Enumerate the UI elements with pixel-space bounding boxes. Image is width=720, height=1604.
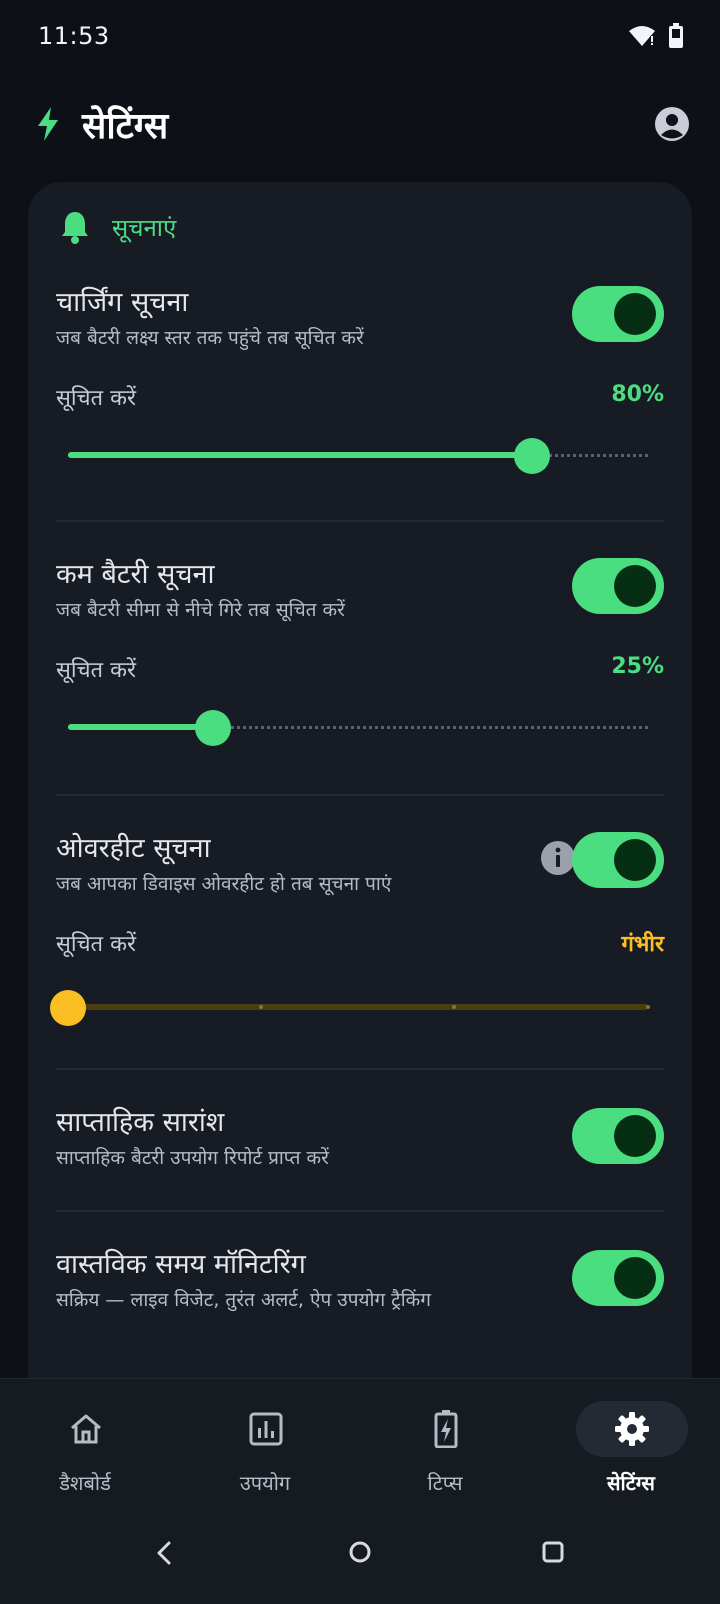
- setting-title: चार्जिंग सूचना: [56, 287, 189, 318]
- divider: [56, 1068, 664, 1070]
- low-battery-slider[interactable]: [68, 708, 648, 748]
- account-icon[interactable]: [654, 106, 690, 142]
- toggle-knob: [614, 839, 656, 881]
- nav-item-settings[interactable]: सेटिंग्स: [546, 1379, 720, 1505]
- toggle-knob: [614, 293, 656, 335]
- setting-overheat: ओवरहीट सूचना जब आपका डिवाइस ओवरहीट हो तब…: [50, 828, 664, 1058]
- slider-tick: [646, 1005, 650, 1009]
- setting-subtitle: सक्रिय — लाइव विजेट, तुरंत अलर्ट, ऐप उपय…: [56, 1289, 431, 1311]
- weekly-summary-toggle[interactable]: [572, 1108, 664, 1164]
- nav-label: उपयोग: [239, 1471, 291, 1495]
- setting-weekly-summary: साप्ताहिक सारांश साप्ताहिक बैटरी उपयोग र…: [56, 1102, 664, 1192]
- notify-value: 25%: [611, 654, 664, 679]
- battery-bolt-icon: [428, 1409, 464, 1449]
- nav-label: डैशबोर्ड: [59, 1471, 111, 1495]
- system-navigation-bar: [0, 1504, 720, 1604]
- status-icons: [628, 23, 684, 49]
- charging-toggle[interactable]: [572, 286, 664, 342]
- notify-value: 80%: [611, 382, 664, 407]
- slider-track: [68, 1004, 648, 1010]
- wifi-icon: [629, 26, 655, 46]
- recents-icon[interactable]: [542, 1541, 564, 1563]
- gear-icon: [614, 1409, 650, 1449]
- nav-item-tips[interactable]: टिप्स: [360, 1379, 540, 1505]
- slider-thumb[interactable]: [514, 438, 550, 474]
- status-bar: 11:53: [0, 0, 720, 72]
- chart-icon: [248, 1409, 284, 1449]
- toggle-knob: [614, 1257, 656, 1299]
- slider-fill: [68, 724, 213, 730]
- setting-low-battery: कम बैटरी सूचना जब बैटरी सीमा से नीचे गिर…: [56, 554, 664, 784]
- bottom-navigation: डैशबोर्ड उपयोग टिप्स सेटिंग्स: [0, 1378, 720, 1504]
- notify-label: सूचित करें: [56, 658, 136, 683]
- setting-subtitle: जब आपका डिवाइस ओवरहीट हो तब सूचना पाएं: [56, 873, 392, 895]
- setting-title: ओवरहीट सूचना: [56, 833, 211, 864]
- setting-subtitle: साप्ताहिक बैटरी उपयोग रिपोर्ट प्राप्त कर…: [56, 1147, 329, 1169]
- app-bar: सेटिंग्स: [0, 82, 720, 166]
- page-title: सेटिंग्स: [82, 105, 169, 147]
- nav-label: सेटिंग्स: [607, 1471, 655, 1495]
- notify-label: सूचित करें: [56, 386, 136, 411]
- setting-title: वास्तविक समय मॉनिटरिंग: [56, 1249, 306, 1280]
- info-icon[interactable]: [540, 840, 576, 876]
- notifications-card: सूचनाएं चार्जिंग सूचना जब बैटरी लक्ष्य स…: [28, 182, 692, 1422]
- low-battery-toggle[interactable]: [572, 558, 664, 614]
- back-icon[interactable]: [154, 1540, 174, 1566]
- realtime-monitoring-toggle[interactable]: [572, 1250, 664, 1306]
- overheat-toggle[interactable]: [572, 832, 664, 888]
- divider: [56, 794, 664, 796]
- divider: [56, 520, 664, 522]
- divider: [56, 1210, 664, 1212]
- slider-fill: [68, 452, 532, 458]
- notify-value: गंभीर: [621, 932, 664, 957]
- charging-slider[interactable]: [68, 436, 648, 476]
- nav-item-usage[interactable]: उपयोग: [180, 1379, 360, 1505]
- toggle-knob: [614, 565, 656, 607]
- section-title: सूचनाएं: [112, 213, 177, 242]
- setting-title: साप्ताहिक सारांश: [56, 1107, 225, 1138]
- slider-thumb[interactable]: [50, 990, 86, 1026]
- setting-charging: चार्जिंग सूचना जब बैटरी लक्ष्य स्तर तक प…: [56, 282, 664, 512]
- home-icon: [68, 1409, 104, 1449]
- section-header: सूचनाएं: [60, 210, 176, 244]
- toggle-knob: [614, 1115, 656, 1157]
- battery-icon: [669, 23, 683, 48]
- home-nav-icon[interactable]: [348, 1540, 372, 1564]
- nav-item-dashboard[interactable]: डैशबोर्ड: [0, 1379, 180, 1505]
- slider-thumb[interactable]: [195, 710, 231, 746]
- overheat-slider[interactable]: [50, 988, 650, 1028]
- setting-subtitle: जब बैटरी लक्ष्य स्तर तक पहुंचे तब सूचित …: [56, 327, 364, 349]
- setting-realtime-monitoring: वास्तविक समय मॉनिटरिंग सक्रिय — लाइव विज…: [56, 1244, 664, 1334]
- setting-subtitle: जब बैटरी सीमा से नीचे गिरे तब सूचित करें: [56, 599, 345, 621]
- bolt-icon: [38, 107, 58, 141]
- bell-icon: [62, 212, 88, 244]
- notify-label: सूचित करें: [56, 932, 136, 957]
- status-time: 11:53: [38, 22, 110, 50]
- setting-title: कम बैटरी सूचना: [56, 559, 215, 590]
- nav-label: टिप्स: [427, 1471, 463, 1495]
